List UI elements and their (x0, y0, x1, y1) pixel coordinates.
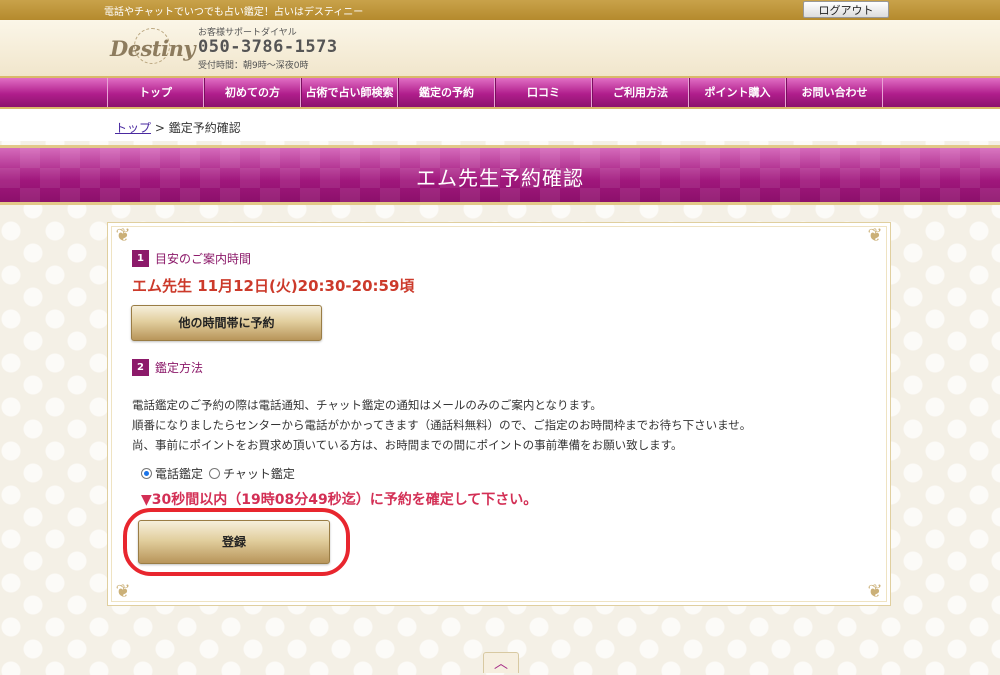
phone-method-option[interactable]: 電話鑑定 (141, 465, 203, 482)
nav-item-how-to-use[interactable]: ご利用方法 (592, 78, 689, 107)
nav-item-contact[interactable]: お問い合わせ (786, 78, 883, 107)
main-nav: トップ 初めての方 占術で占い師検索 鑑定の予約 口コミ ご利用方法 ポイント購… (0, 76, 1000, 109)
logout-button[interactable]: ログアウト (803, 1, 889, 18)
site-header: Destiny お客様サポートダイヤル 050-3786-1573 受付時間：朝… (0, 20, 1000, 76)
corner-ornament-icon: ❦ (867, 225, 883, 246)
page-title: エム先生予約確認 (416, 166, 584, 190)
step1-title: 目安のご案内時間 (155, 252, 252, 266)
support-phone-number: 050-3786-1573 (198, 37, 338, 57)
breadcrumb-separator: > (151, 121, 169, 135)
support-hours: 受付時間：朝9時～深夜0時 (198, 61, 309, 71)
method-radio-group: 電話鑑定 チャット鑑定 (141, 465, 301, 482)
chat-method-option[interactable]: チャット鑑定 (209, 465, 295, 482)
breadcrumb: トップ > 鑑定予約確認 (115, 119, 241, 136)
step1-number-badge: 1 (132, 250, 149, 267)
phone-method-radio[interactable] (141, 468, 152, 479)
step2-heading: 2 鑑定方法 (132, 359, 203, 376)
nav-item-buy-points[interactable]: ポイント購入 (689, 78, 786, 107)
nav-item-reservation[interactable]: 鑑定の予約 (398, 78, 495, 107)
breadcrumb-home-link[interactable]: トップ (115, 121, 151, 135)
phone-method-label: 電話鑑定 (155, 467, 204, 481)
appointment-time: エム先生 11月12日(火)20:30-20:59頃 (132, 277, 415, 295)
step2-number-badge: 2 (132, 359, 149, 376)
reservation-panel: ❦ ❦ ❦ ❦ 1 目安のご案内時間 エム先生 11月12日(火)20:30-2… (107, 222, 891, 606)
breadcrumb-current: 鑑定予約確認 (168, 121, 241, 135)
other-time-button[interactable]: 他の時間帯に予約 (131, 305, 322, 341)
step2-title: 鑑定方法 (155, 361, 204, 375)
nav-item-reviews[interactable]: 口コミ (495, 78, 592, 107)
site-tagline: 電話やチャットでいつでも占い鑑定！占いはデスティニー (104, 7, 364, 18)
step1-heading: 1 目安のご案内時間 (132, 250, 251, 267)
register-button[interactable]: 登録 (138, 520, 330, 564)
corner-ornament-icon: ❦ (115, 225, 131, 246)
description-line: 順番になりましたらセンターから電話がかかってきます（通話料無料）ので、ご指定のお… (132, 418, 752, 432)
top-bar: 電話やチャットでいつでも占い鑑定！占いはデスティニー ログアウト (0, 0, 1000, 20)
confirmation-deadline-notice: ▼30秒間以内（19時08分49秒迄）に予約を確定して下さい。 (141, 492, 538, 508)
description-line: 尚、事前にポイントをお買求め頂いている方は、お時間までの間にポイントの事前準備を… (132, 438, 683, 452)
nav-item-top[interactable]: トップ (107, 78, 204, 107)
nav-item-search-by-method[interactable]: 占術で占い師検索 (301, 78, 398, 107)
chat-method-radio[interactable] (209, 468, 221, 479)
nav-item-first-time[interactable]: 初めての方 (204, 78, 301, 107)
chat-method-label: チャット鑑定 (223, 467, 295, 481)
corner-ornament-icon: ❦ (867, 581, 883, 602)
destiny-logo[interactable]: Destiny (110, 28, 196, 70)
description-line: 電話鑑定のご予約の際は電話通知、チャット鑑定の通知はメールのみのご案内となります… (132, 398, 602, 412)
logo-text: Destiny (110, 36, 196, 61)
breadcrumb-strip: トップ > 鑑定予約確認 (0, 109, 1000, 141)
title-band: エム先生予約確認 (0, 145, 1000, 205)
corner-ornament-icon: ❦ (115, 581, 131, 602)
method-description: 電話鑑定のご予約の際は電話通知、チャット鑑定の通知はメールのみのご案内となります… (132, 395, 751, 455)
